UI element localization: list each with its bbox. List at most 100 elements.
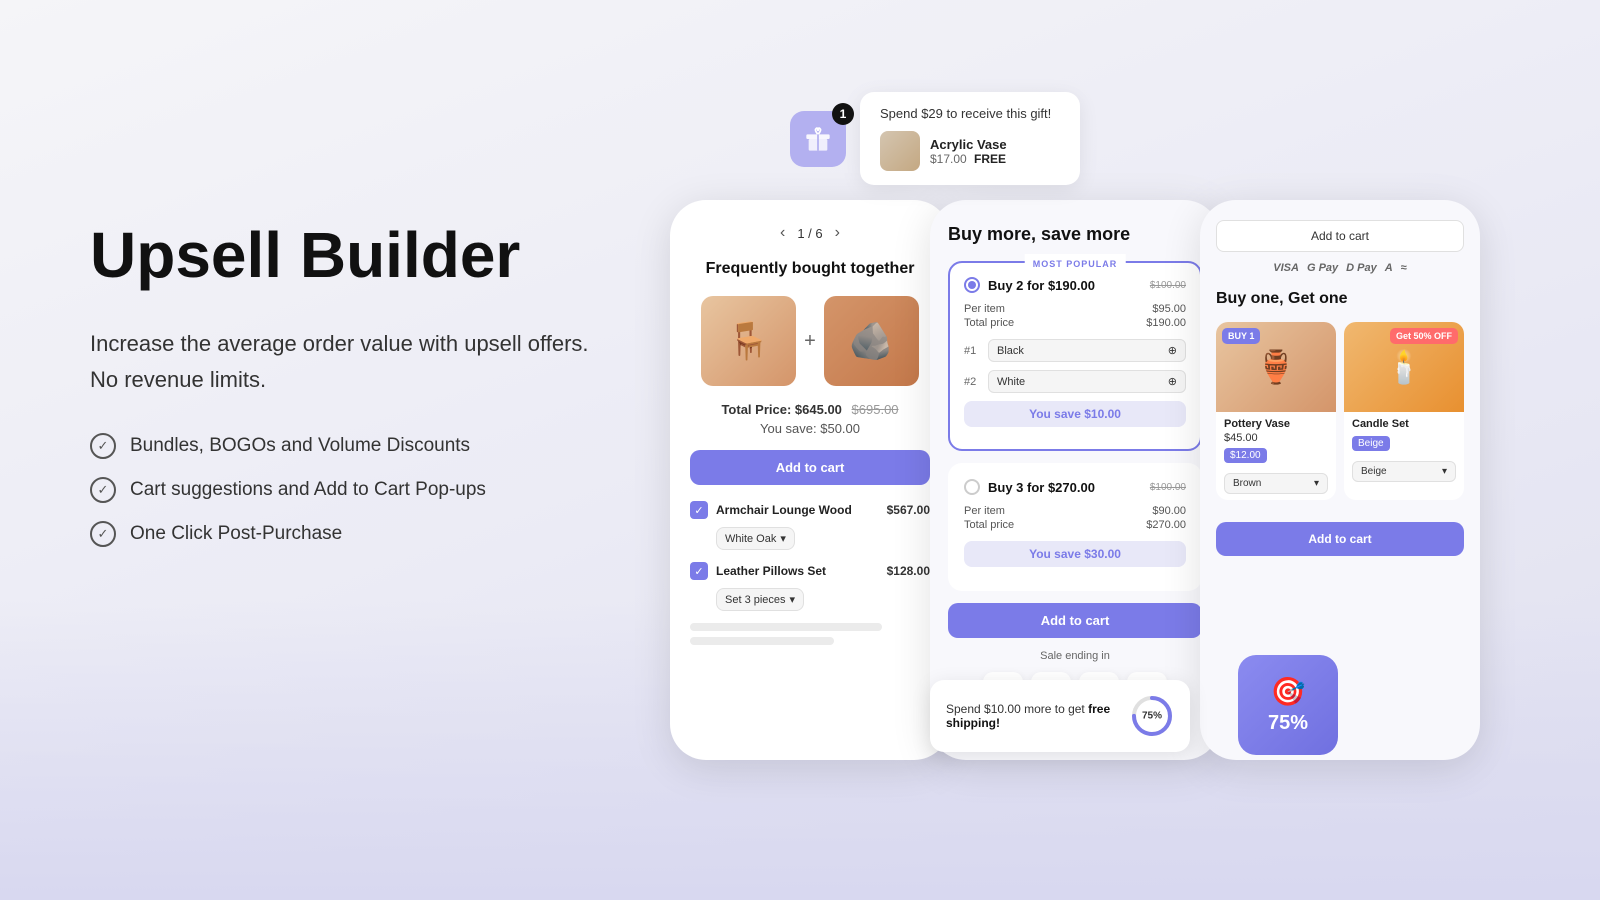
offer1-rows: Per item $95.00 Total price $190.00 — [964, 303, 1186, 329]
gift-notification: 1 Spend $29 to receive this gift! Acryli… — [790, 92, 1080, 185]
add-to-cart-top[interactable]: Add to cart — [1216, 220, 1464, 252]
feature-item-2: Cart suggestions and Add to Cart Pop-ups — [90, 477, 610, 503]
feature-label-3: One Click Post-Purchase — [130, 523, 342, 545]
gpay-icon: G Pay — [1307, 262, 1338, 274]
phone1-nav: ‹ 1 / 6 › — [690, 224, 930, 242]
offer1-label: Buy 2 for $190.00 — [988, 278, 1095, 293]
dpay-icon: D Pay — [1346, 262, 1377, 274]
feature-label-1: Bundles, BOGOs and Volume Discounts — [130, 435, 470, 457]
offer2-price-col: $100.00 — [1150, 482, 1186, 493]
phone1-frequently-bought: ‹ 1 / 6 › Frequently bought together 🪑 +… — [670, 200, 950, 760]
amazon-icon: A — [1385, 262, 1393, 274]
goal-percent: 75% — [1268, 712, 1308, 735]
fbt-plus-icon: + — [804, 330, 816, 353]
buy-more-title: Buy more, save more — [948, 224, 1202, 245]
fbt-savings: You save: $50.00 — [690, 421, 930, 436]
gift-product-name: Acrylic Vase — [930, 137, 1007, 152]
goal-widget: 🎯 75% — [1238, 655, 1338, 755]
skel2 — [690, 637, 834, 645]
offer2-original: $100.00 — [1150, 482, 1186, 493]
gift-icon-box: 1 — [790, 111, 846, 167]
offer1-total-row: Total price $190.00 — [964, 317, 1186, 329]
fbt-price-row: Total Price: $645.00 $695.00 — [690, 402, 930, 417]
feature-label-2: Cart suggestions and Add to Cart Pop-ups — [130, 479, 486, 501]
subtitle: Increase the average order value with up… — [90, 326, 610, 396]
feature-list: Bundles, BOGOs and Volume Discounts Cart… — [90, 433, 610, 547]
bogo-get-badge: Get 50% OFF — [1390, 328, 1458, 344]
offer1-header: Buy 2 for $190.00 $100.00 — [964, 277, 1186, 293]
feature-item-1: Bundles, BOGOs and Volume Discounts — [90, 433, 610, 459]
fbt-add-to-cart-button[interactable]: Add to cart — [690, 450, 930, 485]
bogo-product2-sale-label: Beige — [1352, 436, 1390, 451]
fbt-products: 🪑 + 🪨 — [690, 296, 930, 386]
bogo-product1-name: Pottery Vase — [1216, 412, 1336, 432]
gift-product-info: Acrylic Vase $17.00 FREE — [930, 137, 1007, 166]
product1-variant-row: White Oak ▾ — [716, 527, 930, 550]
product1-name: Armchair Lounge Wood — [716, 503, 879, 517]
offer1-variant2-row: #2 White ⊕ — [964, 370, 1186, 393]
product2-variant-select[interactable]: Set 3 pieces ▾ — [716, 588, 804, 611]
product1-checkbox[interactable] — [690, 501, 708, 519]
check-icon-2 — [90, 477, 116, 503]
offer1-variant1-row: #1 Black ⊕ — [964, 339, 1186, 362]
offer2-header: Buy 3 for $270.00 $100.00 — [964, 479, 1186, 495]
page-title: Upsell Builder — [90, 220, 610, 290]
fbt-product1-row: Armchair Lounge Wood $567.00 — [690, 501, 930, 519]
offer2-per-item-row: Per item $90.00 — [964, 505, 1186, 517]
phone2-inner: Buy more, save more MOST POPULAR Buy 2 f… — [930, 200, 1220, 736]
bogo-products: BUY 1 Get 50% OFF 🏺 Pottery Vase $45.00 … — [1216, 322, 1464, 500]
product2-price: $128.00 — [887, 564, 930, 578]
bogo-product1-sale: $12.00 — [1224, 448, 1267, 463]
more-pay-icon: ≈ — [1401, 262, 1407, 274]
phone1-inner: ‹ 1 / 6 › Frequently bought together 🪑 +… — [670, 200, 950, 760]
bogo-product1-select[interactable]: Brown ▾ — [1224, 473, 1328, 494]
bogo-buy-badge: BUY 1 — [1222, 328, 1260, 344]
goal-icon: 🎯 — [1271, 675, 1306, 708]
nav-page: 1 / 6 — [797, 226, 822, 241]
bogo-product2-select[interactable]: Beige ▾ — [1352, 461, 1456, 482]
offer1-radio[interactable] — [964, 277, 980, 293]
offer1-variant1-select[interactable]: Black ⊕ — [988, 339, 1186, 362]
gift-product-price: $17.00 FREE — [930, 152, 1007, 166]
visa-icon: VISA — [1273, 262, 1299, 274]
free-shipping-bar: Spend $10.00 more to get free shipping! … — [930, 680, 1190, 752]
offer2-total-row: Total price $270.00 — [964, 519, 1186, 531]
bogo-product2-name: Candle Set — [1344, 412, 1464, 432]
nav-prev-arrow[interactable]: ‹ — [780, 224, 785, 242]
offer1-price-col: $100.00 — [1150, 280, 1186, 291]
phone2-buy-more: Buy more, save more MOST POPULAR Buy 2 f… — [930, 200, 1220, 760]
skel1 — [690, 623, 882, 631]
offer-card-1[interactable]: MOST POPULAR Buy 2 for $190.00 $100.00 P… — [948, 261, 1202, 451]
product2-variant-row: Set 3 pieces ▾ — [716, 588, 930, 611]
offer2-radio[interactable] — [964, 479, 980, 495]
progress-percent: 75% — [1142, 711, 1162, 722]
sale-ending-label: Sale ending in — [948, 650, 1202, 662]
check-icon-3 — [90, 521, 116, 547]
payment-row: VISA G Pay D Pay A ≈ — [1216, 262, 1464, 274]
gift-card: Spend $29 to receive this gift! Acrylic … — [860, 92, 1080, 185]
fbt-product2-row: Leather Pillows Set $128.00 — [690, 562, 930, 580]
feature-item-3: One Click Post-Purchase — [90, 521, 610, 547]
gift-card-product: Acrylic Vase $17.00 FREE — [880, 131, 1060, 171]
free-shipping-text: Spend $10.00 more to get free shipping! — [946, 702, 1118, 730]
buy-more-add-to-cart-button[interactable]: Add to cart — [948, 603, 1202, 638]
progress-circle: 75% — [1130, 694, 1174, 738]
fbt-chair-image: 🪑 — [701, 296, 796, 386]
phones-container: 1 Spend $29 to receive this gift! Acryli… — [640, 40, 1600, 900]
offer-card-2[interactable]: Buy 3 for $270.00 $100.00 Per item $90.0… — [948, 463, 1202, 591]
bogo-title: Buy one, Get one — [1216, 290, 1464, 308]
fbt-pillow-image: 🪨 — [824, 296, 919, 386]
offer1-per-item-row: Per item $95.00 — [964, 303, 1186, 315]
bogo-add-to-cart-button[interactable]: Add to cart — [1216, 522, 1464, 556]
gift-badge: 1 — [832, 103, 854, 125]
fbt-title: Frequently bought together — [690, 260, 930, 278]
product1-variant-select[interactable]: White Oak ▾ — [716, 527, 795, 550]
check-icon-1 — [90, 433, 116, 459]
offer2-save-badge: You save $30.00 — [964, 541, 1186, 567]
offer2-label: Buy 3 for $270.00 — [988, 480, 1095, 495]
offer1-variant2-select[interactable]: White ⊕ — [988, 370, 1186, 393]
nav-next-arrow[interactable]: › — [835, 224, 840, 242]
offer1-save-badge: You save $10.00 — [964, 401, 1186, 427]
product2-checkbox[interactable] — [690, 562, 708, 580]
product1-price: $567.00 — [887, 503, 930, 517]
